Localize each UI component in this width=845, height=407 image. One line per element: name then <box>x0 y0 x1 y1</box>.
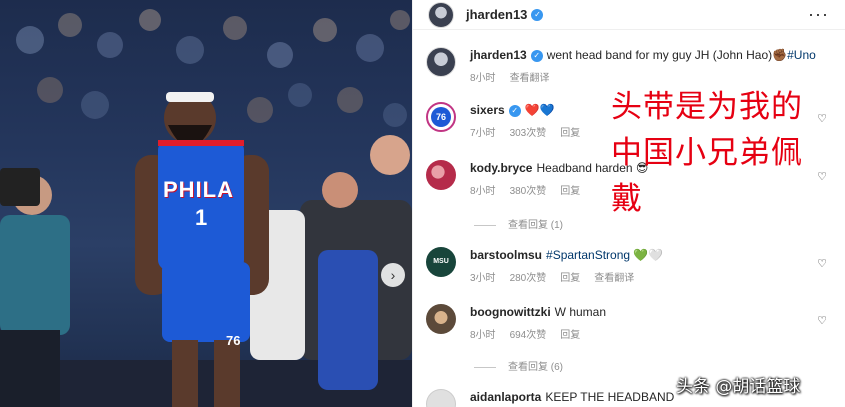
comment-username[interactable]: kody.bryce <box>470 161 532 175</box>
like-heart-icon[interactable]: ♡ <box>817 257 827 270</box>
boognowittzki-avatar[interactable] <box>426 304 456 334</box>
chevron-right-icon: › <box>390 267 396 283</box>
comment-text: barstoolmsu #SpartanStrong 💚🤍 <box>470 247 810 263</box>
post-header: jharden13 ✓ ··· <box>413 0 845 30</box>
comment-hashtag[interactable]: #SpartanStrong <box>546 248 630 262</box>
kody-avatar[interactable] <box>426 160 456 190</box>
comment-emoji: 💚🤍 <box>633 248 664 262</box>
comment-likes[interactable]: 380次赞 <box>510 186 547 197</box>
comment-emoji: ❤️💙 <box>524 103 555 117</box>
more-horizontal-icon[interactable]: ··· <box>808 4 829 25</box>
verified-badge-icon: ✓ <box>531 8 544 21</box>
reply-button[interactable]: 回复 <box>560 186 580 197</box>
reply-button[interactable]: 回复 <box>560 273 580 284</box>
comment-username[interactable]: barstoolmsu <box>470 248 542 262</box>
watermark: 头条 @胡话篮球 <box>676 377 801 397</box>
author-username[interactable]: jharden13 <box>466 7 527 22</box>
caption-text: jharden13 ✓ went head band for my guy JH (… <box>470 47 816 63</box>
comment-likes[interactable]: 694次赞 <box>510 330 547 341</box>
next-photo-button[interactable]: › <box>381 263 405 287</box>
overlay-annotation: 头带是为我的中国小兄弟佩戴 <box>611 89 803 217</box>
comment-body: barstoolmsu #SpartanStrong 💚🤍 3小时 280次赞 回复 查… <box>470 247 810 284</box>
barstoolmsu-avatar[interactable]: MSU <box>426 247 456 277</box>
see-translation-link[interactable]: 查看翻译 <box>594 273 634 284</box>
shorts-logo: 76 <box>226 333 241 348</box>
caption-avatar[interactable] <box>426 47 456 77</box>
see-translation-link[interactable]: 查看翻译 <box>510 73 550 84</box>
caption-message: went head band for my guy JH (John Hao) <box>546 48 773 62</box>
comment-username[interactable]: boognowittzki <box>470 305 551 319</box>
comment-likes[interactable]: 280次赞 <box>510 273 547 284</box>
reply-button[interactable]: 回复 <box>560 330 580 341</box>
comment-meta: 8小时 694次赞 回复 <box>470 326 810 341</box>
author-avatar[interactable] <box>428 1 454 28</box>
caption-emoji: ✊🏾 <box>772 48 788 62</box>
caption-username[interactable]: jharden13 <box>470 48 527 62</box>
comment-body: boognowittzki W human 8小时 694次赞 回复 <box>470 304 810 341</box>
comment-likes[interactable]: 303次赞 <box>510 128 547 139</box>
basketball-photo-illustration <box>0 9 412 407</box>
verified-badge-icon: ✓ <box>530 49 543 62</box>
comment-time: 3小时 <box>470 273 496 284</box>
post-photo[interactable]: PHILA 1 76 › <box>0 0 412 407</box>
comment-time: 7小时 <box>470 128 496 139</box>
caption-time: 8小时 <box>470 73 496 84</box>
jersey-text: PHILA <box>163 177 234 202</box>
player-figure <box>135 92 269 407</box>
comment-meta: 3小时 280次赞 回复 查看翻译 <box>470 269 810 284</box>
view-replies-link[interactable]: 查看回复 (1) <box>474 216 563 231</box>
sixers-avatar[interactable]: 76 <box>426 102 456 132</box>
comment-text: boognowittzki W human <box>470 304 810 320</box>
comment-message: KEEP THE HEADBAND <box>545 390 675 404</box>
like-heart-icon[interactable]: ♡ <box>817 314 827 327</box>
comment-time: 8小时 <box>470 186 496 197</box>
verified-badge-icon: ✓ <box>508 104 521 117</box>
comment-username[interactable]: aidanlaporta <box>470 390 541 404</box>
comment-username[interactable]: sixers <box>470 103 505 117</box>
caption-hashtag[interactable]: #Uno <box>787 48 816 62</box>
reply-button[interactable]: 回复 <box>560 128 580 139</box>
jersey-number: 1 <box>195 205 208 230</box>
caption-body: jharden13 ✓ went head band for my guy JH (… <box>470 47 816 84</box>
view-replies-link[interactable]: 查看回复 (6) <box>474 358 563 373</box>
comment-time: 8小时 <box>470 330 496 341</box>
comment-message: W human <box>554 305 607 319</box>
caption-meta: 8小时 查看翻译 <box>470 69 810 84</box>
